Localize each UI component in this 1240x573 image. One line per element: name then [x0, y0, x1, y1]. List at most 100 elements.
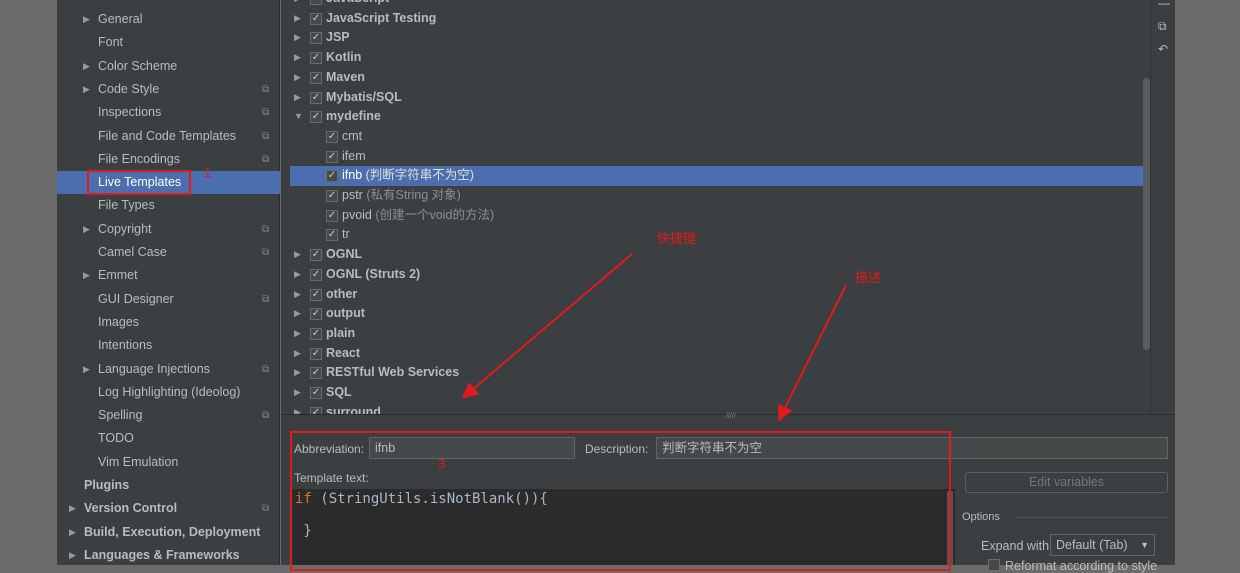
enabled-checkbox[interactable]: ✓	[326, 229, 338, 242]
expand-arrow-icon[interactable]: ▶	[83, 218, 90, 241]
enabled-checkbox[interactable]: ✓	[310, 367, 322, 380]
enabled-checkbox[interactable]: ✓	[326, 190, 338, 202]
template-group[interactable]: ▼ ✓ mydefine	[290, 107, 1150, 127]
template-group[interactable]: ▶ ✓ OGNL (Struts 2)	[290, 265, 1150, 285]
sidebar-item[interactable]: ▶ Copyright ⧉	[57, 218, 280, 241]
enabled-checkbox[interactable]: ✓	[310, 12, 322, 25]
sidebar-item[interactable]: ▶ Languages & Frameworks	[57, 544, 280, 567]
template-group[interactable]: ▶ ✓ RESTful Web Services	[290, 363, 1150, 383]
reformat-checkbox[interactable]	[988, 559, 1000, 571]
sidebar-item[interactable]: Intentions	[57, 334, 280, 357]
expand-arrow-icon[interactable]: ▶	[294, 28, 301, 48]
sidebar-item[interactable]: Inspections ⧉	[57, 101, 280, 124]
enabled-checkbox[interactable]: ✓	[310, 347, 322, 360]
sidebar-item[interactable]: File Types	[57, 194, 280, 217]
expand-arrow-icon[interactable]: ▶	[83, 55, 90, 78]
template-item[interactable]: ✓ tr	[290, 225, 1150, 245]
enabled-checkbox[interactable]: ✓	[310, 288, 322, 301]
expand-arrow-icon[interactable]: ▶	[294, 363, 301, 383]
sidebar-item[interactable]: GUI Designer ⧉	[57, 288, 280, 311]
sidebar-item[interactable]: Images	[57, 311, 280, 334]
enabled-checkbox[interactable]: ✓	[310, 387, 322, 399]
sidebar-item[interactable]: Camel Case ⧉	[57, 241, 280, 264]
collapse-arrow-icon[interactable]: ▼	[294, 107, 303, 127]
sidebar-item[interactable]: Plugins	[57, 474, 280, 497]
template-name: React	[326, 345, 361, 360]
expand-with-select[interactable]: Default (Tab) ▼	[1050, 534, 1155, 556]
template-name: JavaScript Testing	[326, 10, 437, 25]
expand-arrow-icon[interactable]: ▶	[294, 48, 301, 68]
sidebar-item[interactable]: File Encodings ⧉	[57, 148, 280, 171]
minus-icon[interactable]: —	[1158, 0, 1170, 10]
expand-arrow-icon[interactable]: ▶	[294, 245, 301, 265]
template-group[interactable]: ▶ ✓ JavaScript Testing	[290, 9, 1150, 29]
expand-arrow-icon[interactable]: ▶	[294, 383, 301, 403]
expand-arrow-icon[interactable]: ▶	[294, 265, 301, 285]
sidebar-item[interactable]: TODO	[57, 427, 280, 450]
expand-arrow-icon[interactable]: ▶	[83, 358, 90, 381]
expand-arrow-icon[interactable]: ▶	[294, 285, 301, 305]
sidebar-item[interactable]: Vim Emulation	[57, 451, 280, 474]
template-group[interactable]: ▶ ✓ React	[290, 344, 1150, 364]
enabled-checkbox[interactable]: ✓	[310, 0, 322, 5]
template-group[interactable]: ▶ ✓ JSP	[290, 28, 1150, 48]
enabled-checkbox[interactable]: ✓	[310, 52, 322, 65]
enabled-checkbox[interactable]: ✓	[310, 32, 322, 45]
sidebar-item[interactable]: File and Code Templates ⧉	[57, 125, 280, 148]
expand-arrow-icon[interactable]: ▶	[69, 497, 76, 520]
sidebar-item[interactable]: ▶ Emmet	[57, 264, 280, 287]
edit-variables-button[interactable]: Edit variables	[965, 472, 1168, 493]
expand-arrow-icon[interactable]: ▶	[69, 521, 76, 544]
template-item[interactable]: ✓ pvoid (创建一个void的方法)	[290, 206, 1150, 226]
sidebar-item[interactable]: ▶ Language Injections ⧉	[57, 358, 280, 381]
template-item[interactable]: ✓ pstr (私有String 对象)	[290, 186, 1150, 206]
expand-arrow-icon[interactable]: ▶	[69, 544, 76, 567]
expand-arrow-icon[interactable]: ▶	[294, 0, 301, 9]
sidebar-item[interactable]: ▶ General	[57, 8, 280, 31]
enabled-checkbox[interactable]: ✓	[326, 150, 338, 163]
enabled-checkbox[interactable]: ✓	[310, 268, 322, 281]
template-item[interactable]: ✓ ifnb (判断字符串不为空)	[290, 166, 1150, 186]
undo-icon[interactable]: ↶	[1158, 42, 1168, 56]
enabled-checkbox[interactable]: ✓	[310, 327, 322, 340]
sidebar-item[interactable]: ▶ Color Scheme	[57, 55, 280, 78]
template-group[interactable]: ▶ ✓ Mybatis/SQL	[290, 88, 1150, 108]
sidebar-item[interactable]: ▶ Code Style ⧉	[57, 78, 280, 101]
enabled-checkbox[interactable]: ✓	[310, 111, 322, 124]
expand-arrow-icon[interactable]: ▶	[83, 264, 90, 287]
template-name: ifnb	[342, 168, 363, 183]
expand-arrow-icon[interactable]: ▶	[294, 88, 301, 108]
enabled-checkbox[interactable]: ✓	[310, 249, 322, 262]
expand-arrow-icon[interactable]: ▶	[294, 344, 301, 364]
template-group[interactable]: ▶ ✓ SQL	[290, 383, 1150, 403]
template-item[interactable]: ✓ ifem	[290, 147, 1150, 167]
template-group[interactable]: ▶ ✓ plain	[290, 324, 1150, 344]
expand-arrow-icon[interactable]: ▶	[83, 8, 90, 31]
sidebar-item[interactable]: Log Highlighting (Ideolog)	[57, 381, 280, 404]
template-group[interactable]: ▶ ✓ OGNL	[290, 245, 1150, 265]
expand-arrow-icon[interactable]: ▶	[294, 68, 301, 88]
template-group[interactable]: ▶ ✓ output	[290, 304, 1150, 324]
enabled-checkbox[interactable]: ✓	[326, 170, 338, 183]
sidebar-item[interactable]: Spelling ⧉	[57, 404, 280, 427]
sidebar-item[interactable]: Font	[57, 31, 280, 54]
template-group[interactable]: ▶ ✓ JavaScript	[290, 0, 1150, 9]
enabled-checkbox[interactable]: ✓	[326, 209, 338, 222]
tree-scrollbar[interactable]	[1143, 78, 1150, 350]
template-item[interactable]: ✓ cmt	[290, 127, 1150, 147]
template-group[interactable]: ▶ ✓ other	[290, 285, 1150, 305]
expand-arrow-icon[interactable]: ▶	[294, 9, 301, 29]
template-group[interactable]: ▶ ✓ Kotlin	[290, 48, 1150, 68]
enabled-checkbox[interactable]: ✓	[326, 130, 338, 143]
template-group[interactable]: ▶ ✓ Maven	[290, 68, 1150, 88]
enabled-checkbox[interactable]: ✓	[310, 91, 322, 104]
copy-icon[interactable]: ⧉	[1158, 19, 1167, 34]
expand-arrow-icon[interactable]: ▶	[294, 304, 301, 324]
enabled-checkbox[interactable]: ✓	[310, 71, 322, 84]
expand-arrow-icon[interactable]: ▶	[83, 78, 90, 101]
sidebar-item[interactable]: ▶ Build, Execution, Deployment	[57, 521, 280, 544]
splitter-grip-icon[interactable]: /////	[726, 413, 736, 420]
sidebar-item[interactable]: ▶ Version Control ⧉	[57, 497, 280, 520]
expand-arrow-icon[interactable]: ▶	[294, 324, 301, 344]
enabled-checkbox[interactable]: ✓	[310, 308, 322, 321]
